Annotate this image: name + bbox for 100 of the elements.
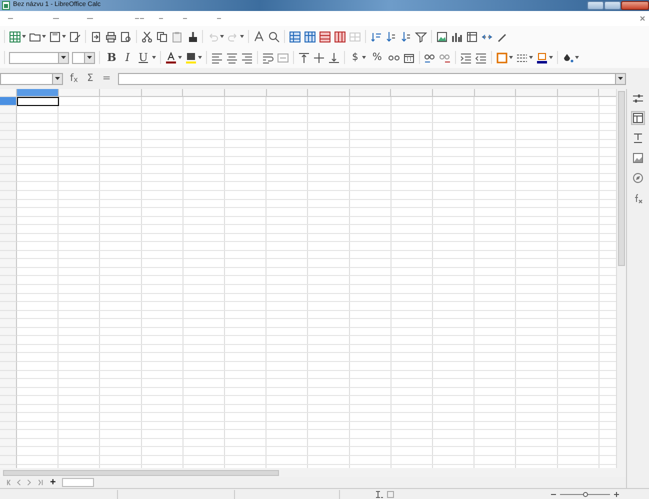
format-button[interactable]: I bbox=[122, 52, 133, 63]
document-icon[interactable] bbox=[387, 490, 394, 498]
zoom-out-icon[interactable] bbox=[551, 492, 556, 496]
dropdown-arrow-icon[interactable] bbox=[87, 56, 92, 59]
close-icon[interactable] bbox=[640, 16, 645, 21]
close-button[interactable] bbox=[621, 1, 649, 10]
corner-header[interactable] bbox=[0, 89, 17, 97]
scrollbar-thumb[interactable] bbox=[3, 470, 279, 476]
pivot-table-icon[interactable] bbox=[466, 30, 478, 42]
compass-icon[interactable] bbox=[632, 172, 644, 184]
highlight-icon[interactable] bbox=[184, 52, 197, 64]
magnifier-icon[interactable] bbox=[268, 30, 280, 42]
dropdown-arrow-icon[interactable] bbox=[55, 77, 60, 80]
row-header[interactable] bbox=[0, 225, 17, 234]
row-header[interactable] bbox=[0, 259, 17, 268]
settings-icon[interactable] bbox=[632, 93, 644, 105]
column-header[interactable] bbox=[224, 89, 267, 97]
delete-decimal-icon[interactable] bbox=[438, 52, 451, 64]
formula-input-field[interactable] bbox=[118, 72, 626, 84]
paint-drop-icon[interactable] bbox=[562, 52, 574, 64]
dropdown-arrow-icon[interactable] bbox=[618, 77, 623, 80]
save-icon[interactable] bbox=[49, 30, 61, 42]
caret-icon[interactable] bbox=[240, 35, 244, 38]
caret-icon[interactable] bbox=[178, 56, 182, 59]
row-header[interactable] bbox=[0, 208, 17, 217]
bar-chart-icon[interactable] bbox=[451, 30, 463, 42]
caret-icon[interactable] bbox=[220, 35, 224, 38]
font-name-field[interactable] bbox=[9, 52, 69, 64]
insert-rows-icon[interactable] bbox=[319, 30, 331, 42]
caret-icon[interactable] bbox=[508, 56, 513, 59]
line-style-icon[interactable] bbox=[516, 52, 528, 64]
sheet-nav-icon[interactable] bbox=[37, 479, 44, 486]
column-header[interactable] bbox=[391, 89, 433, 97]
table-columns-icon[interactable] bbox=[304, 30, 316, 42]
column-header[interactable] bbox=[100, 89, 142, 97]
add-decimal-icon[interactable] bbox=[424, 52, 436, 64]
caret-icon[interactable] bbox=[198, 56, 202, 59]
vertical-scrollbar[interactable] bbox=[616, 89, 626, 468]
sheet-tab[interactable] bbox=[62, 478, 94, 487]
row-header[interactable] bbox=[0, 191, 17, 200]
row-header[interactable] bbox=[0, 276, 17, 286]
minimize-button[interactable] bbox=[587, 1, 604, 10]
copy-icon[interactable] bbox=[156, 30, 168, 42]
caret-icon[interactable] bbox=[152, 56, 156, 59]
row-header[interactable] bbox=[0, 336, 17, 345]
caret-icon[interactable] bbox=[548, 56, 553, 59]
scissors-icon[interactable] bbox=[141, 30, 153, 42]
spelling-icon[interactable] bbox=[253, 30, 265, 42]
row-header[interactable] bbox=[0, 353, 17, 362]
font-color-icon[interactable] bbox=[164, 52, 177, 64]
row-header[interactable] bbox=[0, 430, 17, 439]
filter-icon[interactable] bbox=[415, 30, 427, 42]
border-icon[interactable] bbox=[496, 52, 508, 64]
function-icon[interactable] bbox=[632, 192, 644, 204]
outdent-icon[interactable] bbox=[474, 52, 487, 64]
insert-columns-icon[interactable] bbox=[334, 30, 346, 42]
column-header[interactable] bbox=[474, 89, 516, 97]
row-header[interactable] bbox=[0, 302, 17, 311]
row-header[interactable] bbox=[0, 319, 17, 328]
table-rows-icon[interactable] bbox=[289, 30, 301, 42]
dropdown-arrow-icon[interactable] bbox=[61, 56, 66, 59]
row-header[interactable] bbox=[0, 165, 17, 174]
cell-cursor[interactable] bbox=[17, 97, 59, 106]
folder-icon[interactable] bbox=[29, 30, 41, 42]
picture-icon[interactable] bbox=[436, 30, 448, 42]
maximize-button[interactable] bbox=[604, 1, 621, 10]
column-header[interactable] bbox=[266, 89, 308, 97]
caret-icon[interactable] bbox=[62, 35, 66, 38]
row-header[interactable] bbox=[0, 114, 17, 123]
row-header[interactable] bbox=[0, 285, 17, 294]
number-format-button[interactable]: $ bbox=[348, 52, 362, 62]
sort-icon[interactable] bbox=[370, 30, 382, 42]
align-center-icon[interactable] bbox=[226, 52, 238, 64]
merge-cells-icon[interactable] bbox=[276, 52, 289, 64]
column-header[interactable] bbox=[142, 89, 184, 97]
align-right-icon[interactable] bbox=[240, 52, 253, 64]
align-bottom-icon[interactable] bbox=[328, 52, 340, 64]
border-color-icon[interactable] bbox=[536, 52, 548, 64]
scrollbar-thumb[interactable] bbox=[618, 91, 625, 266]
format-button[interactable]: U bbox=[136, 52, 151, 63]
column-header[interactable] bbox=[558, 89, 600, 97]
font-size-field[interactable] bbox=[72, 52, 95, 64]
column-header[interactable] bbox=[183, 89, 225, 97]
row-header[interactable] bbox=[0, 182, 17, 192]
align-top-icon[interactable] bbox=[298, 52, 310, 64]
horizontal-scrollbar[interactable] bbox=[0, 468, 626, 477]
sort-ascending-icon[interactable] bbox=[385, 30, 397, 42]
sidebar-tab[interactable] bbox=[631, 111, 645, 125]
indent-icon[interactable] bbox=[460, 52, 472, 64]
styles-icon[interactable] bbox=[632, 132, 644, 144]
row-header[interactable] bbox=[0, 148, 17, 157]
table-icon[interactable] bbox=[9, 30, 21, 42]
text-cursor-icon[interactable] bbox=[374, 490, 382, 498]
clipboard-icon[interactable] bbox=[171, 30, 183, 42]
add-sheet-button[interactable]: + bbox=[48, 478, 58, 488]
document-pen-icon[interactable] bbox=[69, 30, 81, 42]
gallery-icon[interactable] bbox=[632, 152, 644, 164]
number-format-button[interactable]: % bbox=[369, 52, 385, 62]
row-header[interactable] bbox=[0, 131, 17, 140]
wrap-text-icon[interactable] bbox=[262, 52, 274, 64]
